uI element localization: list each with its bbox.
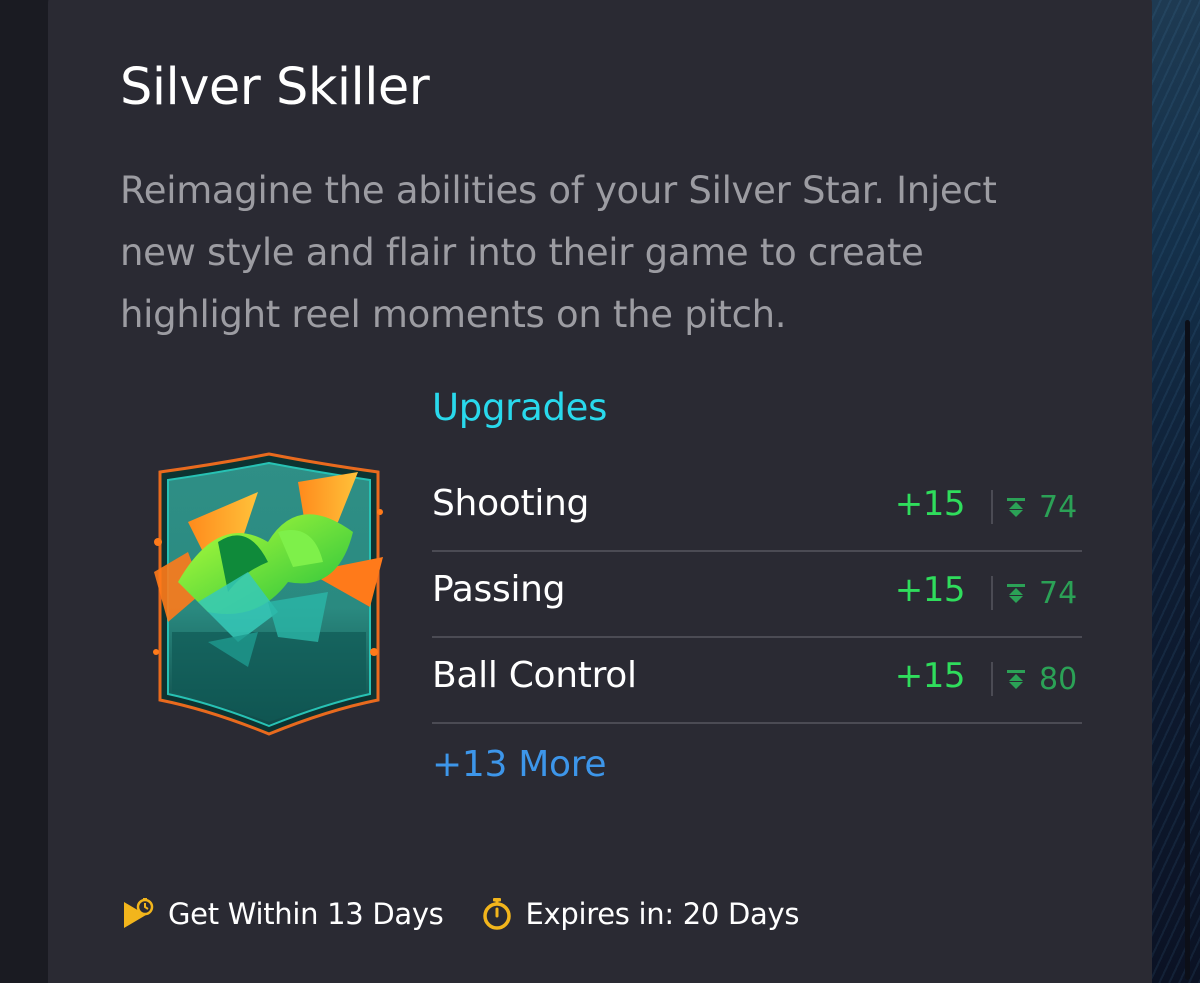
card-footer: Get Within 13 Days Expires in: 20 Days — [122, 892, 799, 936]
upgrade-row: Ball Control +15 80 — [432, 638, 1082, 724]
upgrade-name: Ball Control — [432, 655, 637, 696]
upgrades-list: Shooting +15 74 Passing +15 74 Ball Cont… — [432, 466, 1082, 724]
divider — [991, 662, 993, 696]
max-cap-icon — [1007, 670, 1025, 689]
more-upgrades-link[interactable]: +13 More — [432, 744, 607, 785]
max-cap-icon — [1007, 584, 1025, 603]
upgrade-row: Passing +15 74 — [432, 552, 1082, 638]
scrollbar[interactable] — [1185, 320, 1190, 980]
upgrades-heading: Upgrades — [432, 386, 608, 429]
upgrade-row: Shooting +15 74 — [432, 466, 1082, 552]
expires-label: Expires in: 20 Days — [525, 897, 800, 931]
max-cap-icon — [1007, 498, 1025, 517]
get-within-label: Get Within 13 Days — [168, 897, 444, 931]
upgrade-cap: 80 — [1039, 662, 1078, 697]
divider — [991, 576, 993, 610]
upgrade-cap: 74 — [1039, 576, 1078, 611]
divider — [991, 490, 993, 524]
upgrade-name: Shooting — [432, 483, 590, 524]
upgrade-boost: +15 — [894, 570, 966, 610]
expires-info: Expires in: 20 Days — [482, 897, 800, 931]
card-description: Reimagine the abilities of your Silver S… — [120, 169, 997, 336]
play-clock-icon — [124, 898, 154, 928]
stopwatch-icon — [482, 898, 511, 930]
upgrade-boost: +15 — [894, 656, 966, 696]
player-card-artwork — [153, 452, 383, 736]
get-within-info: Get Within 13 Days — [122, 897, 444, 931]
card-title: Silver Skiller — [120, 58, 430, 117]
upgrade-boost: +15 — [894, 484, 966, 524]
upgrade-name: Passing — [432, 569, 566, 610]
upgrade-cap: 74 — [1039, 490, 1078, 525]
